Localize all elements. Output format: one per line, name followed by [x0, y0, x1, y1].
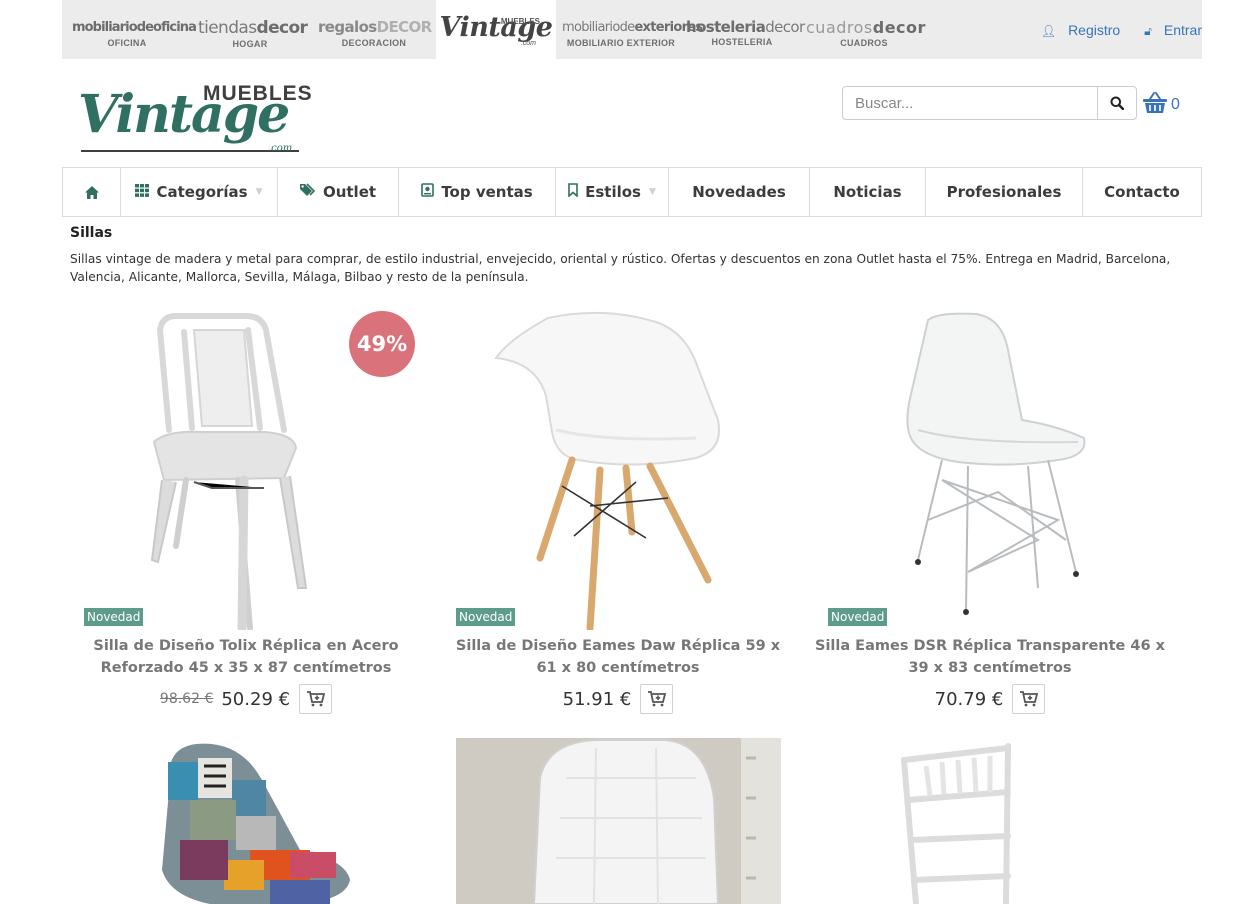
nav-styles[interactable]: Estilos ▼ [556, 168, 669, 216]
category-description: Sillas vintage de madera y metal para co… [70, 252, 1171, 284]
store-link-hogar[interactable]: tiendasdecor HOGAR [198, 0, 308, 59]
unlock-icon: 🔓︎ [1144, 24, 1152, 38]
nav-outlet-label: Outlet [322, 183, 377, 201]
nav-top-sales-label: Top ventas [441, 183, 533, 201]
search-box [842, 86, 1137, 120]
price-row: 51.91 € [456, 684, 780, 714]
add-to-cart-button[interactable] [1012, 684, 1046, 714]
login-link[interactable]: 🔓︎ Entrar [1134, 22, 1202, 38]
product-image[interactable] [486, 310, 746, 630]
nav-blog[interactable]: Noticias [810, 168, 926, 216]
store-logo-com: .com [520, 40, 536, 47]
new-badge: Novedad [84, 608, 144, 626]
nav-contact-label: Contacto [1104, 183, 1180, 201]
store-label: CUADROS [840, 38, 888, 48]
grid-icon [135, 183, 150, 201]
nav-home[interactable] [63, 168, 121, 216]
discount-badge: 49% [349, 311, 415, 377]
product-card: 49% Novedad Silla de Diseño Tolix Réplic… [84, 310, 424, 720]
page: mobiliariodeoficina OFICINA tiendasdecor… [0, 0, 1258, 904]
product-card: Novedad Silla Eames DSR Réplica Transpar… [815, 310, 1168, 720]
product-card: Novedad Silla de Diseño Eames Daw Réplic… [456, 310, 796, 720]
nav-news[interactable]: Novedades [669, 168, 810, 216]
store-label: MOBILIARIO EXTERIOR [566, 38, 676, 48]
current-price: 51.91 € [562, 688, 632, 710]
register-link[interactable]: 👤︎ Registro [1031, 22, 1120, 38]
cart-count: 0 [1171, 96, 1180, 113]
login-label: Entrar [1163, 22, 1202, 38]
store-link-exterior[interactable]: mobiliariodeexteriores MOBILIARIO EXTERI… [562, 0, 703, 59]
nav-top-sales[interactable]: Top ventas [399, 168, 556, 216]
product-name[interactable]: Silla Eames DSR Réplica Transparente 46 … [814, 635, 1166, 679]
bookmark-icon [568, 183, 578, 201]
nav-professionals-label: Profesionales [946, 183, 1062, 201]
main-nav: Categorías ▼ Outlet Top ventas Estilos ▼… [62, 167, 1202, 217]
store-link-hosteleria[interactable]: hosteleriadecor HOSTELERIA [686, 0, 805, 59]
nav-styles-label: Estilos [585, 183, 641, 201]
register-label: Registro [1068, 22, 1121, 38]
logo-underline [81, 150, 299, 152]
store-label: OFICINA [107, 38, 147, 48]
search-icon [1110, 96, 1124, 110]
account-links: 👤︎ Registro 🔓︎ Entrar [1021, 22, 1202, 39]
search-input[interactable] [843, 87, 1098, 119]
nav-outlet[interactable]: Outlet [278, 168, 399, 216]
logo-vintage: Vintage [78, 84, 290, 145]
home-icon [84, 185, 99, 199]
user-plus-icon: 👤︎ [1040, 24, 1057, 38]
store-label: DECORACION [341, 38, 407, 48]
certificate-icon [421, 183, 435, 201]
add-to-cart-button[interactable] [299, 684, 333, 714]
product-image[interactable] [150, 740, 370, 904]
nav-professionals[interactable]: Profesionales [926, 168, 1083, 216]
cart-plus-icon [306, 691, 325, 707]
add-to-cart-button[interactable] [640, 684, 674, 714]
store-label: HOGAR [232, 39, 268, 49]
store-link-cuadros[interactable]: cuadrosdecor CUADROS [806, 0, 926, 59]
new-badge: Novedad [456, 608, 516, 626]
price-row: 70.79 € [828, 684, 1152, 714]
product-name[interactable]: Silla de Diseño Tolix Réplica en Acero R… [84, 635, 408, 679]
product-image[interactable] [898, 310, 1098, 630]
nav-categories-label: Categorías [156, 183, 248, 201]
nav-blog-label: Noticias [833, 183, 902, 201]
cart-button[interactable]: 0 [1142, 90, 1186, 118]
chevron-down-icon: ▼ [255, 187, 263, 197]
store-link-decoracion[interactable]: regalosDECOR DECORACION [318, 0, 432, 59]
logo-com: .com [268, 143, 293, 154]
cart-plus-icon [1019, 691, 1038, 707]
tags-icon [299, 183, 316, 201]
current-price: 70.79 € [934, 688, 1004, 710]
nav-news-label: Novedades [692, 183, 786, 201]
product-image[interactable] [890, 740, 1030, 904]
nav-contact[interactable]: Contacto [1083, 168, 1201, 216]
new-badge: Novedad [828, 608, 888, 626]
old-price: 98.62 € [159, 691, 214, 707]
store-logo: cuadrosdecor [806, 18, 926, 37]
store-link-oficina[interactable]: mobiliariodeoficina OFICINA [72, 0, 197, 59]
cart-plus-icon [647, 691, 666, 707]
product-name[interactable]: Silla de Diseño Eames Daw Réplica 59 x 6… [450, 635, 786, 679]
store-logo: mobiliariodeoficina [72, 20, 197, 35]
store-logo: tiendasdecor [198, 18, 308, 38]
store-logo: hosteleriadecor [686, 18, 805, 36]
store-logo: regalosDECOR [318, 18, 432, 36]
site-logo[interactable]: MUEBLES Vintage .com [78, 80, 312, 160]
product-image[interactable] [456, 738, 781, 904]
store-logo-muebles: MUEBLES [500, 17, 540, 26]
search-button[interactable] [1098, 87, 1136, 119]
store-logo: mobiliariodeexteriores [562, 20, 703, 35]
nav-categories[interactable]: Categorías ▼ [121, 168, 278, 216]
page-title: Sillas [70, 225, 113, 241]
chevron-down-icon: ▼ [648, 187, 656, 197]
store-link-vintage[interactable]: Vintage MUEBLES .com [436, 0, 556, 59]
basket-icon [1143, 92, 1167, 113]
store-label: HOSTELERIA [711, 37, 773, 47]
price-row: 98.62 € 50.29 € [84, 684, 408, 714]
current-price: 50.29 € [221, 688, 291, 710]
